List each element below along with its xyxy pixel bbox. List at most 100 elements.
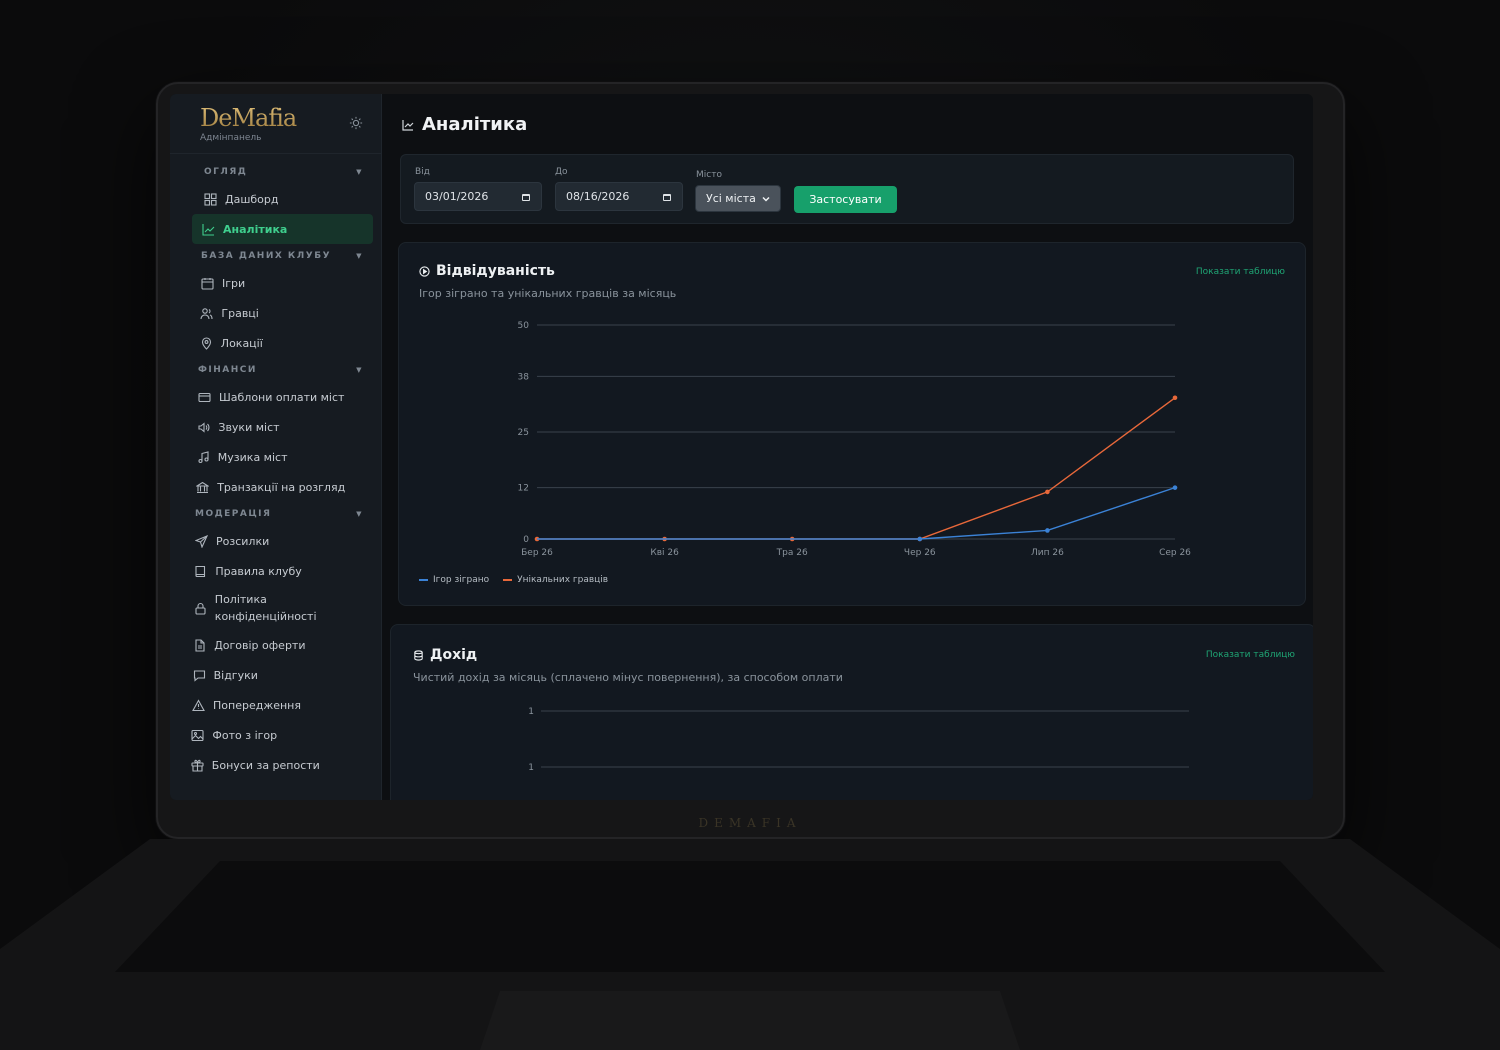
legend-label-games: Ігор зіграно [433,575,490,585]
section-title: БАЗА ДАНИХ КЛУБУ [201,251,332,261]
city-label: Місто [696,170,722,180]
y-tick-label: 1 [528,763,534,773]
laptop-base-shape [0,839,1500,1050]
page-title-text: Аналітика [422,114,528,135]
sidebar-item-calendar[interactable]: Ігри [170,268,381,298]
logo-area: DeMafia Адмінпанель [170,94,381,154]
sidebar-item-send[interactable]: Розсилки [170,526,381,556]
book-icon [195,565,206,577]
data-point[interactable] [917,536,923,542]
calendar-icon [201,277,214,290]
logo-subtitle: Адмінпанель [200,133,262,143]
section-title: ФІНАНСИ [198,365,257,375]
section-header[interactable]: МОДЕРАЦІЯ ▼ [170,502,381,526]
warning-icon [192,698,205,711]
sidebar-item-book[interactable]: Правила клубу [170,556,381,586]
y-tick-label: 0 [523,535,529,545]
sidebar-item-music[interactable]: Музика міст [170,442,381,472]
date-to-value: 08/16/2026 [566,190,630,203]
filters-panel: Від 03/01/2026 До 08/16/2026 Місто Усі м… [400,154,1294,224]
city-select[interactable]: Усі міста [695,185,781,212]
sidebar-item-label: Правила клубу [215,564,302,578]
y-tick-label: 12 [518,484,529,494]
y-tick-label: 1 [528,707,534,717]
x-tick-label: Тра 26 [776,548,808,558]
legend-label-players: Унікальних гравців [517,575,609,585]
sun-icon[interactable] [349,116,363,130]
chart-icon [402,119,414,131]
apply-button[interactable]: Застосувати [794,186,897,213]
attendance-chart: 0 12 25 38 50 Бер 26 Кві 26 Тра 26 Чер 26 Лип 26 С… [518,321,1192,558]
sidebar-item-grid[interactable]: Дашборд [170,184,381,214]
bank-icon [196,481,210,493]
sidebar-item-label: Дашборд [225,192,279,206]
calendar-icon[interactable] [521,192,531,202]
music-icon [198,450,209,463]
from-label: Від [415,167,430,177]
scene: DeMafia Адмінпанель ОГЛЯД ▼ Дашборд Аналіти… [0,0,1500,1050]
section-header[interactable]: ОГЛЯД ▼ [170,160,381,184]
city-select-value: Усі міста [706,192,756,205]
legend-swatch-games [419,579,428,581]
sidebar-item-message[interactable]: Відгуки [170,660,381,690]
data-point[interactable] [1045,489,1050,495]
chart-icon [202,223,215,236]
x-tick-label: Сер 26 [1159,548,1191,558]
sidebar: DeMafia Адмінпанель ОГЛЯД ▼ Дашборд Аналіти… [170,94,382,800]
card-icon [198,392,211,402]
sidebar-item-speaker[interactable]: Звуки міст [170,412,381,442]
date-from-input[interactable]: 03/01/2026 [414,182,542,211]
lid-brand-mark: DEMAFIA [698,816,802,830]
chevron-down-icon[interactable]: ▼ [356,168,363,176]
date-from-value: 03/01/2026 [425,190,489,203]
sidebar-item-doc[interactable]: Договір оферти [170,630,381,660]
income-chart: 11 [528,707,1189,773]
sidebar-item-warning[interactable]: Попередження [170,690,381,720]
legend-item-players: Унікальних гравців [503,575,608,585]
legend-swatch-players [503,579,513,581]
sidebar-item-image[interactable]: Фото з ігор [170,720,381,750]
page-title: Аналітика [402,114,527,135]
chevron-down-icon[interactable]: ▼ [356,366,363,374]
sidebar-item-label: Розсилки [216,534,270,548]
attendance-card: Відвідуваність Ігор зіграно та унікальни… [398,242,1306,606]
laptop-base [0,839,1500,1050]
sidebar-item-label: Попередження [213,698,301,712]
main-content: Аналітика Від 03/01/2026 До 08/16/2026 М… [382,94,1313,800]
sidebar-nav: ОГЛЯД ▼ Дашборд Аналітика БАЗА ДАНИХ КЛУБУ ▼ І… [170,154,381,780]
app-screen: DeMafia Адмінпанель ОГЛЯД ▼ Дашборд Аналіти… [170,94,1313,800]
lock-icon [195,602,206,615]
sidebar-item-bank[interactable]: Транзакції на розгляд [170,472,381,502]
to-label: До [555,167,568,177]
x-tick-label: Чер 26 [904,548,936,558]
sidebar-item-lock[interactable]: Політика конфіденційності [170,586,381,630]
gift-icon [191,759,204,772]
section-header[interactable]: ФІНАНСИ ▼ [170,358,381,382]
section-header[interactable]: БАЗА ДАНИХ КЛУБУ ▼ [170,244,381,268]
sidebar-item-gift[interactable]: Бонуси за репости [170,750,381,780]
sidebar-item-label: Аналітика [223,222,288,236]
x-tick-label: Лип 26 [1031,548,1064,558]
x-tick-label: Кві 26 [650,548,679,558]
data-point[interactable] [1172,395,1178,401]
sidebar-item-pin[interactable]: Локації [170,328,381,358]
section-title: МОДЕРАЦІЯ [195,509,272,519]
calendar-icon[interactable] [662,192,672,202]
send-icon [195,534,208,548]
sidebar-item-label: Звуки міст [218,420,280,434]
attendance-legend: Ігор зіграно Унікальних гравців [419,575,608,585]
data-point[interactable] [1045,528,1050,533]
sidebar-item-chart[interactable]: Аналітика [192,214,373,244]
section-title: ОГЛЯД [204,167,248,177]
sidebar-item-card[interactable]: Шаблони оплати міст [170,382,381,412]
chevron-down-icon[interactable]: ▼ [356,252,363,260]
users-icon [200,307,213,319]
chevron-down-icon[interactable]: ▼ [356,510,363,518]
sidebar-item-users[interactable]: Гравці [170,298,381,328]
date-to-input[interactable]: 08/16/2026 [555,182,683,211]
sidebar-item-label: Бонуси за репости [211,758,320,772]
sidebar-item-label: Транзакції на розгляд [217,480,346,494]
message-icon [193,669,205,682]
data-point[interactable] [1172,485,1178,490]
legend-item-games: Ігор зіграно [419,575,489,585]
